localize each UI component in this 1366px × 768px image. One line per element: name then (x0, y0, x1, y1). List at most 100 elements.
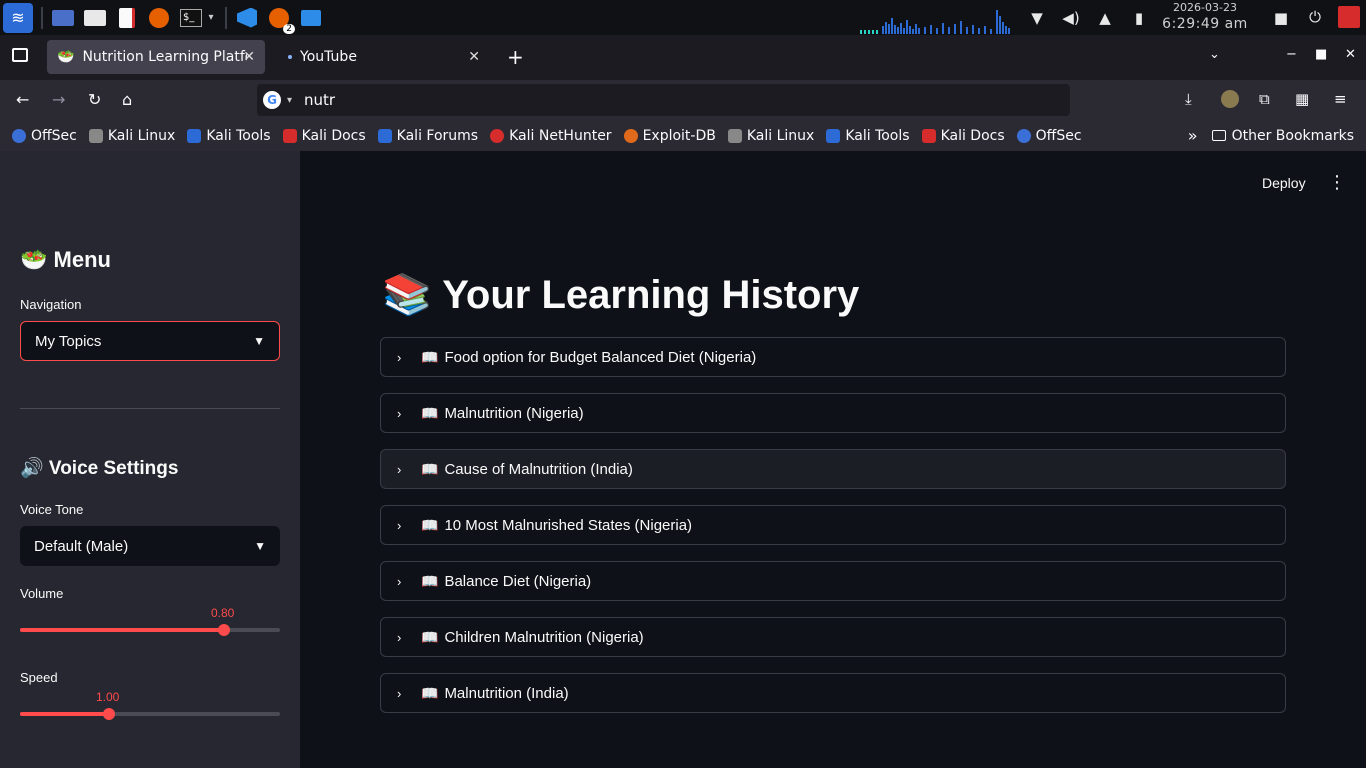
dot-icon (288, 55, 292, 59)
terminal-icon[interactable]: $_ (179, 6, 203, 30)
navigation-select[interactable]: My Topics ▼ (20, 321, 280, 361)
url-input[interactable]: nutr (304, 91, 335, 109)
clock[interactable]: 2026-03-23 6:29:49 am (1160, 1, 1250, 33)
voice-tone-select[interactable]: Default (Male) ▼ (20, 526, 280, 566)
vscode-icon[interactable] (235, 6, 259, 30)
power-icon[interactable]: ⏻ (1298, 8, 1332, 26)
tab-nutrition[interactable]: 🥗 Nutrition Learning Platform ✕ (47, 40, 265, 74)
voice-tone-label: Voice Tone (20, 502, 84, 517)
chevron-right-icon: › (397, 517, 402, 533)
menu-icon[interactable]: ≡ (1334, 90, 1347, 108)
firefox-badge-icon[interactable]: 2 (267, 6, 295, 34)
tab-title: YouTube (300, 49, 357, 65)
close-icon[interactable]: ✕ (468, 49, 480, 65)
folder-icon[interactable] (299, 6, 323, 30)
chevron-down-icon[interactable]: ▾ (287, 95, 292, 106)
reload-icon[interactable]: ↻ (88, 90, 101, 109)
topic-expander[interactable]: › 📖 Cause of Malnutrition (India) (380, 449, 1286, 489)
text-editor-icon[interactable] (115, 6, 139, 30)
topic-expander[interactable]: › 📖 Food option for Budget Balanced Diet (… (380, 337, 1286, 377)
bookmark-item[interactable]: Kali Docs (282, 128, 366, 144)
back-icon[interactable]: ← (16, 90, 29, 109)
volume-slider-thumb[interactable] (218, 624, 230, 636)
page-title: 📚 Your Learning History (382, 273, 860, 317)
topic-label: Food option for Budget Balanced Diet (Ni… (444, 348, 757, 366)
bookmark-item[interactable]: OffSec (12, 128, 77, 144)
workspace-icon[interactable] (51, 6, 75, 30)
firefox-icon[interactable] (147, 6, 171, 30)
topic-expander[interactable]: › 📖 10 Most Malnurished States (Nigeria) (380, 505, 1286, 545)
bookmark-item[interactable]: Kali NetHunter (490, 128, 612, 144)
topic-label: Cause of Malnutrition (India) (444, 460, 633, 478)
chevron-right-icon: › (397, 349, 402, 365)
navigation-label: Navigation (20, 297, 82, 312)
kali-icon (727, 128, 742, 143)
url-bar[interactable]: G ▾ nutr (257, 84, 1070, 116)
other-bookmarks[interactable]: Other Bookmarks (1232, 128, 1354, 144)
user-avatar-icon[interactable] (1338, 6, 1360, 28)
chevron-right-icon: › (397, 573, 402, 589)
chevron-down-icon[interactable]: ⌄ (1209, 47, 1220, 62)
chevrons-right-icon[interactable]: » (1188, 126, 1198, 145)
exploit-db-icon (623, 128, 638, 143)
book-icon: 📖 (421, 460, 439, 477)
extensions-icon[interactable]: ⧉ (1259, 90, 1270, 108)
download-icon[interactable]: ⤓ (1185, 90, 1192, 108)
book-icon: 📖 (421, 348, 439, 365)
bookmark-item[interactable]: Exploit-DB (623, 128, 716, 144)
salad-icon: 🥗 (57, 49, 75, 65)
maximize-icon[interactable]: ■ (1315, 47, 1327, 62)
forward-icon[interactable]: → (52, 90, 65, 109)
network-graph (860, 10, 1010, 34)
file-manager-icon[interactable] (83, 6, 107, 30)
volume-slider[interactable] (20, 624, 280, 636)
deploy-button[interactable]: Deploy (1262, 175, 1306, 191)
nav-bar: ← → ↻ ⌂ G ▾ nutr ⤓ ⧉ ▦ ≡ (0, 80, 1366, 120)
close-window-icon[interactable]: ✕ (1345, 47, 1356, 62)
tab-youtube[interactable]: YouTube ✕ (280, 40, 490, 74)
minimize-icon[interactable]: − (1286, 47, 1297, 62)
topic-label: 10 Most Malnurished States (Nigeria) (444, 516, 693, 534)
topic-expander[interactable]: › 📖 Malnutrition (Nigeria) (380, 393, 1286, 433)
chevron-right-icon: › (397, 461, 402, 477)
folder-icon (1211, 130, 1226, 141)
speed-value: 1.00 (96, 690, 120, 704)
battery-icon[interactable]: ▮ (1122, 9, 1156, 27)
speed-slider-thumb[interactable] (103, 708, 115, 720)
speed-slider[interactable] (20, 708, 280, 720)
bookmark-item[interactable]: Kali Linux (727, 128, 814, 144)
topic-expander[interactable]: › 📖 Balance Diet (Nigeria) (380, 561, 1286, 601)
taskbar-separator (225, 6, 227, 29)
lock-icon[interactable]: ■ (1264, 9, 1298, 27)
chevron-down-icon: ▼ (254, 539, 266, 553)
more-options-icon[interactable]: ⋮ (1328, 172, 1346, 193)
wifi-icon[interactable]: ▼ (1020, 9, 1054, 27)
bookmark-item[interactable]: Kali Tools (187, 128, 271, 144)
bookmark-item[interactable]: Kali Linux (88, 128, 175, 144)
kali-tools-icon (826, 128, 841, 143)
bookmark-item[interactable]: Kali Forums (377, 128, 478, 144)
close-icon[interactable]: ✕ (243, 49, 255, 65)
bell-icon[interactable]: ▲ (1088, 9, 1122, 27)
chevron-down-icon: ▼ (253, 334, 265, 348)
firefox-badge-count: 2 (283, 23, 295, 34)
clock-date: 2026-03-23 (1173, 1, 1237, 14)
topic-expander[interactable]: › 📖 Malnutrition (India) (380, 673, 1286, 713)
tab-title: Nutrition Learning Platform (82, 49, 247, 65)
home-icon[interactable]: ⌂ (122, 90, 132, 109)
tab-list-icon[interactable] (12, 48, 28, 62)
kali-docs-icon (282, 128, 297, 143)
volume-icon[interactable]: ◀) (1054, 9, 1088, 27)
qr-icon[interactable]: ▦ (1295, 90, 1309, 108)
chevron-right-icon: › (397, 405, 402, 421)
new-tab-button[interactable]: + (507, 45, 524, 69)
speed-slider-fill (20, 712, 109, 716)
bookmark-item[interactable]: Kali Docs (921, 128, 1005, 144)
google-icon[interactable]: G (263, 91, 281, 109)
bookmark-item[interactable]: Kali Tools (826, 128, 910, 144)
chevron-down-icon[interactable]: ▾ (205, 6, 217, 30)
bookmark-item[interactable]: OffSec (1016, 128, 1082, 144)
kali-menu-icon[interactable]: ≋ (3, 2, 33, 33)
profile-icon[interactable] (1221, 90, 1239, 112)
topic-expander[interactable]: › 📖 Children Malnutrition (Nigeria) (380, 617, 1286, 657)
